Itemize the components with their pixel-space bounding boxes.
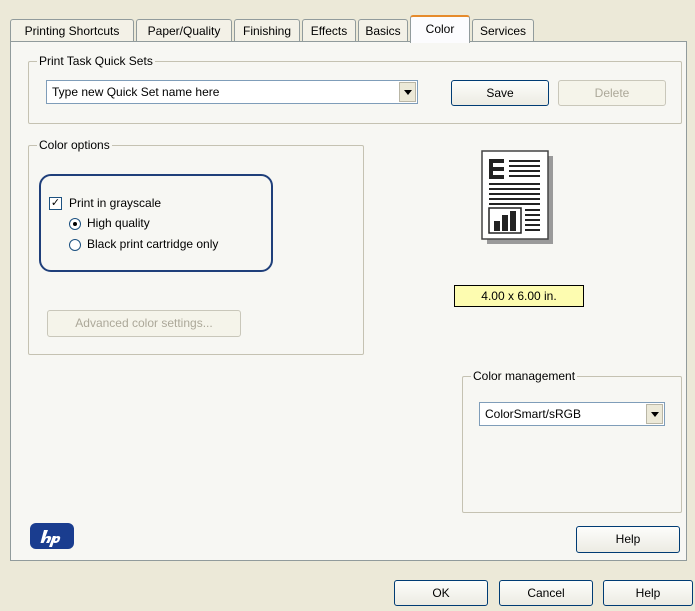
color-management-dropdown-button[interactable] [646, 404, 663, 424]
page-preview-icon [481, 150, 555, 246]
chevron-down-icon [403, 89, 412, 95]
high-quality-label: High quality [87, 216, 150, 230]
color-management-title: Color management [471, 368, 578, 384]
quick-set-combo-value: Type new Quick Set name here [52, 85, 220, 99]
quick-set-combo[interactable]: Type new Quick Set name here [46, 80, 418, 104]
grayscale-checkbox[interactable]: ✓ [49, 197, 62, 210]
color-management-combo[interactable]: ColorSmart/sRGB [479, 402, 665, 426]
paper-size-label: 4.00 x 6.00 in. [454, 285, 584, 307]
chevron-down-icon [650, 411, 659, 417]
cancel-button[interactable]: Cancel [499, 580, 593, 606]
quick-sets-title: Print Task Quick Sets [37, 53, 155, 69]
quick-set-dropdown-button[interactable] [399, 82, 416, 102]
tab-color[interactable]: Color [410, 15, 470, 43]
black-cartridge-label: Black print cartridge only [87, 237, 219, 251]
grayscale-label: Print in grayscale [69, 196, 162, 210]
hp-logo-icon [30, 523, 74, 549]
tab-finishing[interactable]: Finishing [234, 19, 300, 41]
help-button[interactable]: Help [576, 526, 680, 553]
color-options-title: Color options [37, 137, 112, 153]
tab-effects[interactable]: Effects [302, 19, 356, 41]
tab-printing-shortcuts[interactable]: Printing Shortcuts [10, 19, 134, 41]
save-button[interactable]: Save [451, 80, 549, 106]
footer-help-button[interactable]: Help [603, 580, 693, 606]
black-cartridge-radio[interactable] [69, 239, 81, 251]
tab-strip: Printing Shortcuts Paper/Quality Finishi… [10, 15, 690, 43]
color-management-value: ColorSmart/sRGB [485, 407, 582, 421]
color-management-group: Color management ColorSmart/sRGB [462, 368, 682, 513]
tab-basics[interactable]: Basics [358, 19, 408, 41]
quick-sets-group: Print Task Quick Sets Type new Quick Set… [28, 53, 682, 124]
delete-button[interactable]: Delete [558, 80, 666, 106]
tab-paper-quality[interactable]: Paper/Quality [136, 19, 232, 41]
page-preview-graphic [481, 150, 553, 244]
tab-panel: Print Task Quick Sets Type new Quick Set… [10, 41, 687, 561]
ok-button[interactable]: OK [394, 580, 488, 606]
tab-services[interactable]: Services [472, 19, 534, 41]
hp-logo [29, 522, 75, 550]
advanced-color-settings-button[interactable]: Advanced color settings... [47, 310, 241, 337]
high-quality-radio[interactable] [69, 218, 81, 230]
color-options-group: Color options ✓ Print in grayscale High … [28, 137, 364, 355]
printer-properties-dialog: Printing Shortcuts Paper/Quality Finishi… [0, 0, 695, 611]
